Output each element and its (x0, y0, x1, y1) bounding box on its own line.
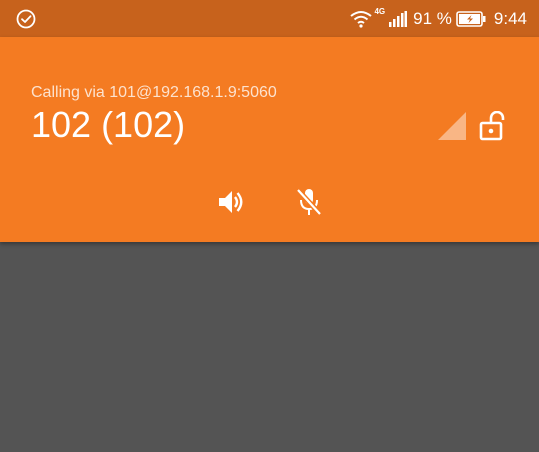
signal-strength-icon (437, 111, 467, 141)
battery-percent: 91 % (413, 8, 452, 28)
battery-charging-icon (456, 10, 486, 27)
call-header: Calling via 101@192.168.1.9:5060 102 (10… (0, 37, 539, 242)
clock: 9:44 (493, 8, 527, 28)
status-bar: 4G 91 % 9:44 (0, 0, 539, 37)
network-type-label: 4G (374, 7, 386, 16)
call-screen: 4G 91 % 9:44 Calling via 101@192.168.1.9… (0, 0, 539, 452)
check-circle-icon (15, 8, 37, 30)
mute-button[interactable] (294, 187, 324, 217)
wifi-icon (350, 10, 373, 28)
callee-name: 102 (102) (31, 104, 186, 145)
microphone-muted-icon (294, 187, 324, 217)
speaker-icon (216, 187, 246, 217)
calling-via-label: Calling via 101@192.168.1.9:5060 (31, 84, 277, 101)
unlocked-icon[interactable] (478, 111, 506, 141)
speaker-button[interactable] (216, 187, 246, 217)
cell-signal-icon (389, 10, 408, 27)
